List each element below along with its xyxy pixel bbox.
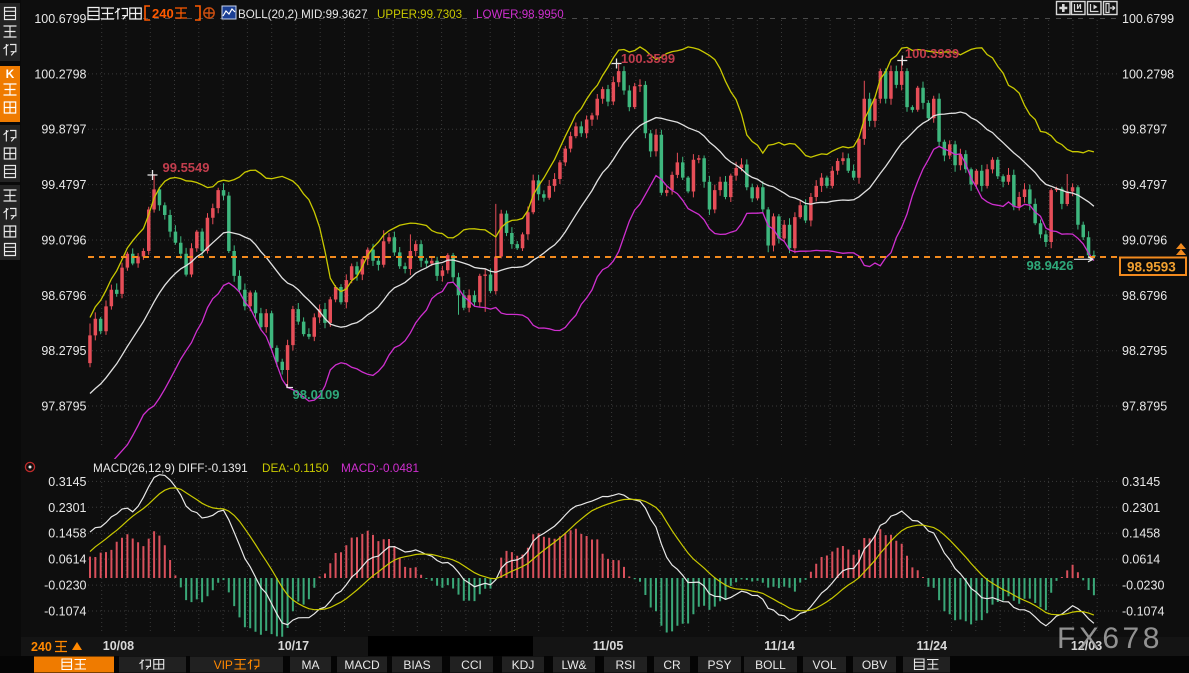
svg-text:11/05: 11/05 <box>593 639 624 653</box>
svg-text:11/24: 11/24 <box>917 639 948 653</box>
svg-text:MACD: MACD <box>344 658 380 672</box>
svg-text:VIP: VIP <box>214 658 233 672</box>
svg-text:0.2301: 0.2301 <box>1122 501 1160 515</box>
svg-text:K: K <box>6 67 15 81</box>
svg-text:MA: MA <box>302 658 320 672</box>
svg-text:97.8795: 97.8795 <box>41 400 86 414</box>
svg-text:98.6796: 98.6796 <box>41 289 86 303</box>
svg-text:-0.1074: -0.1074 <box>1122 605 1164 619</box>
svg-text:98.2795: 98.2795 <box>41 344 86 358</box>
svg-text:100.6799: 100.6799 <box>34 12 86 26</box>
svg-text:99.5549: 99.5549 <box>163 160 210 175</box>
svg-text:10/17: 10/17 <box>278 639 309 653</box>
svg-text:100.6799: 100.6799 <box>1122 12 1174 26</box>
svg-text:97.8795: 97.8795 <box>1122 400 1167 414</box>
svg-text:BIAS: BIAS <box>403 658 430 672</box>
svg-text:OBV: OBV <box>862 658 887 672</box>
svg-text:KDJ: KDJ <box>512 658 535 672</box>
svg-text:100.3599: 100.3599 <box>621 51 675 66</box>
svg-text:PSY: PSY <box>707 658 731 672</box>
svg-text:100.2798: 100.2798 <box>34 67 86 81</box>
svg-text:98.2795: 98.2795 <box>1122 344 1167 358</box>
svg-text:10/08: 10/08 <box>103 639 134 653</box>
svg-text:MACD:-0.0481: MACD:-0.0481 <box>341 461 419 475</box>
svg-text:VOL: VOL <box>812 658 836 672</box>
svg-text:99.4797: 99.4797 <box>41 178 86 192</box>
svg-text:0.0614: 0.0614 <box>48 553 86 567</box>
svg-text:99.8797: 99.8797 <box>41 123 86 137</box>
svg-text:DEA:-0.1150: DEA:-0.1150 <box>262 461 329 475</box>
svg-text:RSI: RSI <box>615 658 635 672</box>
svg-text:99.8797: 99.8797 <box>1122 123 1167 137</box>
svg-text:240: 240 <box>31 640 52 654</box>
svg-text:FX678: FX678 <box>1057 622 1163 655</box>
svg-text:98.6796: 98.6796 <box>1122 289 1167 303</box>
svg-text:UPPER:99.7303: UPPER:99.7303 <box>377 8 462 21</box>
svg-text:LOWER:98.9950: LOWER:98.9950 <box>476 8 564 21</box>
svg-text:BOLL: BOLL <box>755 658 786 672</box>
svg-text:98.9593: 98.9593 <box>1127 260 1176 275</box>
svg-text:240: 240 <box>152 6 174 21</box>
svg-text:99.0796: 99.0796 <box>41 234 86 248</box>
svg-text:98.9426: 98.9426 <box>1027 258 1074 273</box>
svg-text:0.2301: 0.2301 <box>48 501 86 515</box>
svg-text:-0.0230: -0.0230 <box>1122 579 1164 593</box>
svg-text:-0.1074: -0.1074 <box>44 605 86 619</box>
svg-text:LW&: LW& <box>561 658 586 672</box>
svg-text:CCI: CCI <box>461 658 482 672</box>
svg-text:99.0796: 99.0796 <box>1122 234 1167 248</box>
svg-text:-0.0230: -0.0230 <box>44 579 86 593</box>
svg-text:BOLL(20,2) MID:99.3627: BOLL(20,2) MID:99.3627 <box>238 8 368 21</box>
svg-text:0.0614: 0.0614 <box>1122 553 1160 567</box>
svg-text:98.0109: 98.0109 <box>293 387 340 402</box>
svg-text:100.2798: 100.2798 <box>1122 67 1174 81</box>
svg-text:99.4797: 99.4797 <box>1122 178 1167 192</box>
svg-text:0.1458: 0.1458 <box>1122 527 1160 541</box>
svg-text:CR: CR <box>663 658 681 672</box>
svg-text:100.3939: 100.3939 <box>905 46 959 61</box>
svg-text:0.3145: 0.3145 <box>48 475 86 489</box>
svg-text:MACD(26,12,9) DIFF:-0.1391: MACD(26,12,9) DIFF:-0.1391 <box>93 461 248 475</box>
svg-text:0.3145: 0.3145 <box>1122 475 1160 489</box>
svg-text:11/14: 11/14 <box>764 639 795 653</box>
svg-text:0.1458: 0.1458 <box>48 527 86 541</box>
